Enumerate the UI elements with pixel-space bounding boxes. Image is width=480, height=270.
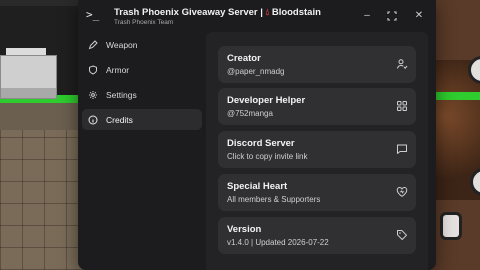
minimize-button[interactable]: –	[360, 9, 374, 23]
card-title: Creator	[227, 53, 261, 64]
sidebar-item-credits[interactable]: Credits	[82, 109, 202, 130]
sidebar-item-weapon[interactable]: Weapon	[82, 34, 202, 55]
credit-card-special-heart[interactable]: Special Heart All members & Supporters	[218, 174, 416, 211]
window-title-suffix: Bloodstain	[271, 7, 321, 18]
sidebar-item-label: Armor	[106, 64, 130, 75]
window-subtitle: Trash Phoenix Team	[114, 19, 174, 26]
tag-icon	[396, 229, 408, 241]
tank-model	[0, 55, 57, 99]
credit-card-version[interactable]: Version v1.4.0 | Updated 2026-07-22	[218, 217, 416, 254]
card-title: Special Heart	[227, 181, 288, 192]
sidebar-item-label: Weapon	[106, 39, 138, 50]
info-icon	[88, 115, 98, 125]
window-title: Trash Phoenix Giveaway Server | 💧︎ Blood…	[114, 7, 321, 18]
credit-card-developer-helper[interactable]: Developer Helper @752manga	[218, 88, 416, 125]
user-check-icon	[396, 58, 408, 70]
card-title: Discord Server	[227, 138, 295, 149]
close-button[interactable]: ✕	[412, 9, 426, 23]
card-title: Developer Helper	[227, 95, 306, 106]
sidebar-item-settings[interactable]: Settings	[82, 84, 202, 105]
gear-icon	[88, 90, 98, 100]
window-title-text: Trash Phoenix Giveaway Server |	[114, 7, 266, 18]
blood-drop-icon: 💧︎	[265, 7, 270, 17]
card-subtitle: v1.4.0 | Updated 2026-07-22	[227, 238, 329, 247]
card-subtitle: @paper_nmadg	[227, 67, 285, 76]
card-subtitle: Click to copy invite link	[227, 152, 308, 161]
card-title: Version	[227, 224, 262, 235]
terminal-icon: >_	[86, 8, 100, 21]
exploit-window: >_ Trash Phoenix Giveaway Server | 💧︎ Bl…	[78, 0, 436, 270]
green-strip-right	[430, 92, 480, 100]
top-hud-bar	[0, 0, 78, 6]
card-subtitle: @752manga	[227, 109, 273, 118]
heart-icon	[396, 186, 408, 198]
pencil-icon	[88, 39, 98, 50]
message-icon	[396, 143, 408, 155]
credit-card-discord-server[interactable]: Discord Server Click to copy invite link	[218, 131, 416, 168]
shield-icon	[88, 64, 98, 75]
maximize-icon	[387, 11, 397, 21]
grid-icon	[396, 100, 408, 112]
action-button-bottom[interactable]	[440, 212, 462, 240]
sidebar: Weapon Armor Settings Credits	[82, 34, 202, 270]
credit-card-creator[interactable]: Creator @paper_nmadg	[218, 46, 416, 83]
sidebar-item-label: Credits	[106, 114, 133, 125]
sidebar-item-armor[interactable]: Armor	[82, 59, 202, 80]
credits-panel: Creator @paper_nmadg Developer Helper @7…	[206, 32, 428, 270]
title-bar[interactable]: >_ Trash Phoenix Giveaway Server | 💧︎ Bl…	[78, 0, 436, 32]
floor-grid	[0, 130, 90, 270]
card-subtitle: All members & Supporters	[227, 195, 321, 204]
sidebar-item-label: Settings	[106, 89, 137, 100]
maximize-button[interactable]	[385, 9, 399, 23]
